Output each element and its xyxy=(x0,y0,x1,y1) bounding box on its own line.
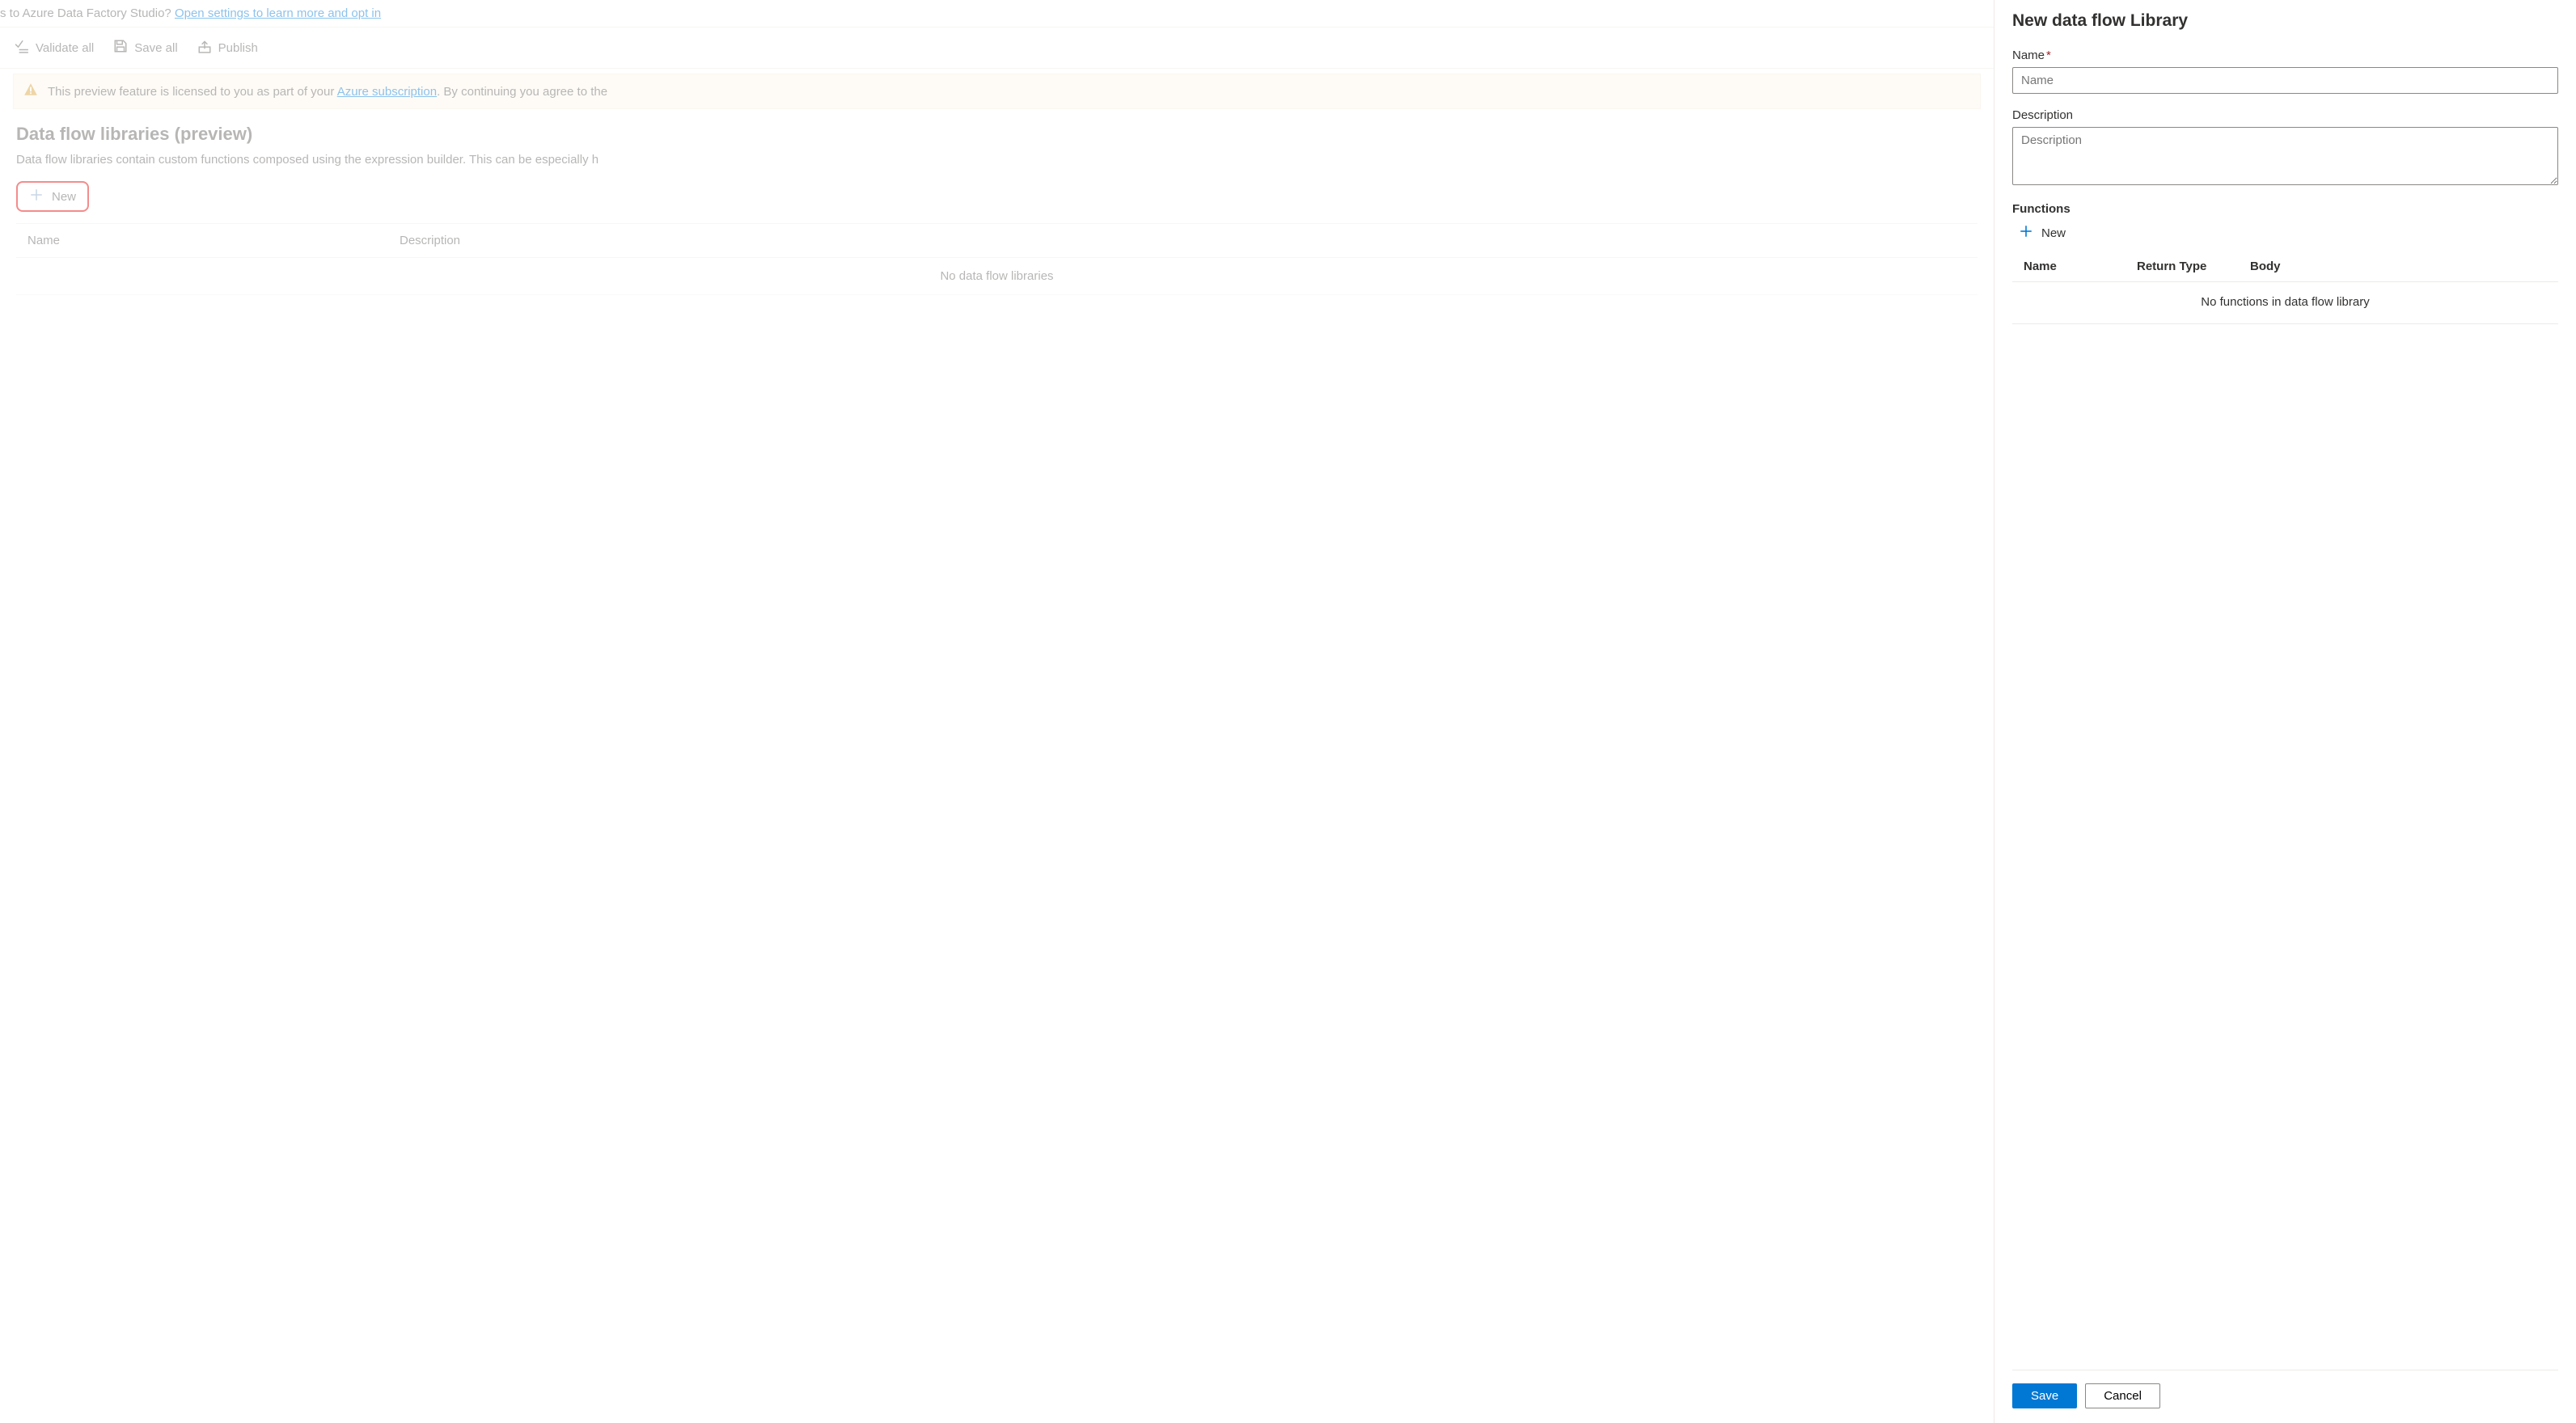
required-indicator: * xyxy=(2046,49,2051,62)
functions-empty-message: No functions in data flow library xyxy=(2012,282,2558,324)
func-col-body: Body xyxy=(2250,260,2547,273)
save-all-button[interactable]: Save all xyxy=(112,36,179,60)
page-title: Data flow libraries (preview) xyxy=(16,124,1977,145)
func-col-name: Name xyxy=(2024,260,2137,273)
save-button[interactable]: Save xyxy=(2012,1383,2077,1408)
name-field-label: Name* xyxy=(2012,49,2558,62)
plus-icon xyxy=(2019,224,2033,242)
azure-subscription-link[interactable]: Azure subscription xyxy=(337,85,437,99)
top-info-banner: s to Azure Data Factory Studio? Open set… xyxy=(0,0,1994,27)
page-description: Data flow libraries contain custom funct… xyxy=(16,153,1977,167)
name-input[interactable] xyxy=(2012,67,2558,94)
description-input[interactable] xyxy=(2012,127,2558,185)
checkmark-list-icon xyxy=(15,39,29,57)
new-function-button[interactable]: New xyxy=(2012,221,2066,245)
plus-icon xyxy=(29,188,44,205)
panel-footer: Save Cancel xyxy=(2012,1370,2558,1423)
preview-warning-banner: This preview feature is licensed to you … xyxy=(13,74,1981,109)
libraries-table: Name Description No data flow libraries xyxy=(16,223,1977,295)
save-all-label: Save all xyxy=(134,41,177,55)
warning-text: This preview feature is licensed to you … xyxy=(48,85,607,99)
validate-all-label: Validate all xyxy=(36,41,94,55)
publish-label: Publish xyxy=(218,41,258,55)
col-header-name: Name xyxy=(27,234,400,247)
functions-table-header: Name Return Type Body xyxy=(2012,251,2558,282)
functions-table: Name Return Type Body No functions in da… xyxy=(2012,251,2558,324)
functions-section-label: Functions xyxy=(2012,202,2558,216)
publish-icon xyxy=(197,39,212,57)
main-content-area: s to Azure Data Factory Studio? Open set… xyxy=(0,0,1994,1423)
save-icon xyxy=(113,39,128,57)
func-col-return-type: Return Type xyxy=(2137,260,2250,273)
description-field-label: Description xyxy=(2012,108,2558,122)
new-library-label: New xyxy=(52,190,76,204)
panel-title: New data flow Library xyxy=(2012,11,2558,31)
cancel-button[interactable]: Cancel xyxy=(2085,1383,2160,1408)
libraries-empty-message: No data flow libraries xyxy=(16,258,1977,295)
top-banner-text: s to Azure Data Factory Studio? xyxy=(0,6,175,20)
warning-icon xyxy=(23,82,38,100)
new-library-panel: New data flow Library Name* Description … xyxy=(1994,0,2576,1423)
new-function-label: New xyxy=(2041,226,2066,240)
validate-all-button[interactable]: Validate all xyxy=(13,36,95,60)
publish-button[interactable]: Publish xyxy=(196,36,260,60)
command-toolbar: Validate all Save all xyxy=(0,27,1994,69)
libraries-table-header: Name Description xyxy=(16,224,1977,258)
new-library-button[interactable]: New xyxy=(16,181,89,212)
top-banner-link[interactable]: Open settings to learn more and opt in xyxy=(175,6,381,20)
col-header-description: Description xyxy=(400,234,460,247)
